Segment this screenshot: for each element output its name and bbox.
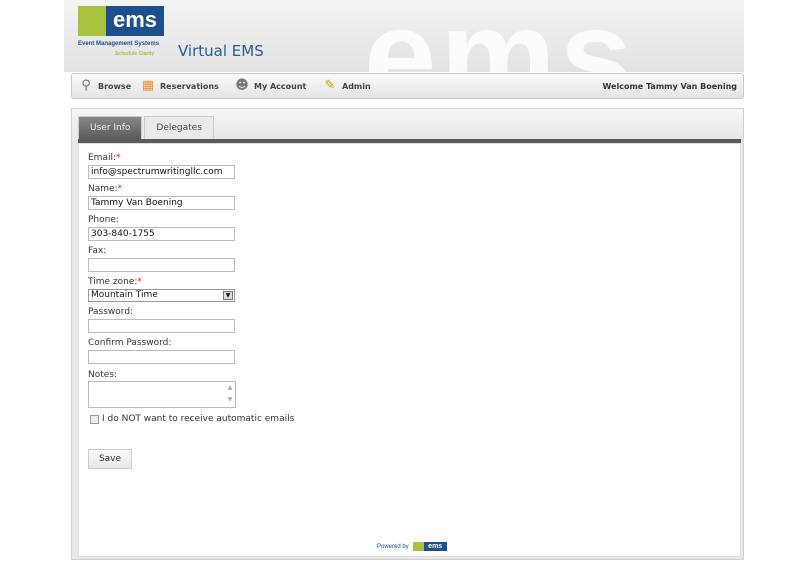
email-field[interactable]: info@spectrumwritingllc.com: [88, 165, 235, 179]
nav-my-account[interactable]: ☻ My Account: [234, 78, 306, 94]
welcome-text: Welcome Tammy Van Boening: [602, 82, 738, 91]
app-title: Virtual EMS: [178, 42, 264, 60]
logo-sunburst-icon: [412, 542, 424, 551]
magnifier-icon: ⚲: [81, 78, 91, 93]
header: ems ems Event Management Systems Schedul…: [64, 0, 744, 72]
timezone-label: Time zone:*: [88, 277, 142, 287]
ems-footer-logo[interactable]: ems: [412, 542, 447, 551]
footer-logo-text: ems: [423, 542, 447, 551]
nav-label: Browse: [98, 81, 132, 91]
logo-tagline: Schedule Clarity: [115, 51, 155, 57]
logo-sunburst-icon: [78, 6, 106, 36]
notes-label: Notes:: [88, 370, 118, 380]
notes-textarea[interactable]: ▲ ▼: [88, 381, 236, 408]
tab-user-info[interactable]: User Info: [78, 116, 143, 139]
nav-label: My Account: [254, 81, 307, 91]
ems-logo[interactable]: ems Event Management Systems Schedule Cl…: [78, 6, 168, 58]
phone-field[interactable]: 303-840-1755: [88, 227, 235, 241]
name-field[interactable]: Tammy Van Boening: [88, 196, 235, 210]
fax-field[interactable]: [88, 258, 235, 272]
confirm-password-label: Confirm Password:: [88, 338, 172, 348]
timezone-value: Mountain Time: [91, 290, 158, 300]
nav-label: Admin: [342, 81, 371, 91]
name-label: Name:*: [88, 184, 123, 194]
dropdown-arrow-icon[interactable]: ▼: [223, 291, 233, 300]
no-emails-label[interactable]: I do NOT want to receive automatic email…: [102, 414, 294, 424]
content-panel: User Info Delegates Email:* info@spectru…: [71, 108, 744, 560]
nav-label: Reservations: [160, 81, 219, 91]
tab-delegates[interactable]: Delegates: [144, 116, 214, 139]
nav-bar: ⚲ Browse ▦ Reservations ☻ My Account ✎ Admin…: [71, 73, 744, 99]
phone-label: Phone:: [88, 215, 119, 225]
watermark-logo: ems: [364, 0, 636, 72]
powered-by-text: Powered by: [377, 543, 409, 550]
email-label: Email:*: [88, 153, 121, 163]
fax-label: Fax:: [88, 246, 107, 256]
users-icon: ☻: [235, 78, 249, 93]
logo-subtitle: Event Management Systems: [78, 41, 160, 47]
nav-browse[interactable]: ⚲ Browse: [78, 78, 131, 94]
nav-admin[interactable]: ✎ Admin: [322, 78, 371, 94]
confirm-password-field[interactable]: [88, 350, 235, 364]
user-info-form: Email:* info@spectrumwritingllc.com Name…: [78, 143, 741, 557]
logo-text: ems: [106, 6, 164, 36]
timezone-select[interactable]: Mountain Time ▼: [88, 289, 235, 302]
textarea-scrollbar[interactable]: ▲ ▼: [225, 382, 235, 407]
save-button[interactable]: Save: [88, 449, 132, 469]
nav-reservations[interactable]: ▦ Reservations: [140, 78, 219, 94]
powered-by: Powered by ems: [377, 542, 447, 551]
password-field[interactable]: [88, 319, 235, 333]
no-emails-checkbox[interactable]: [90, 415, 99, 424]
user-pencil-icon: ✎: [324, 78, 336, 93]
password-label: Password:: [88, 307, 134, 317]
tab-list: User Info Delegates: [78, 116, 214, 139]
calendar-icon: ▦: [141, 78, 155, 93]
